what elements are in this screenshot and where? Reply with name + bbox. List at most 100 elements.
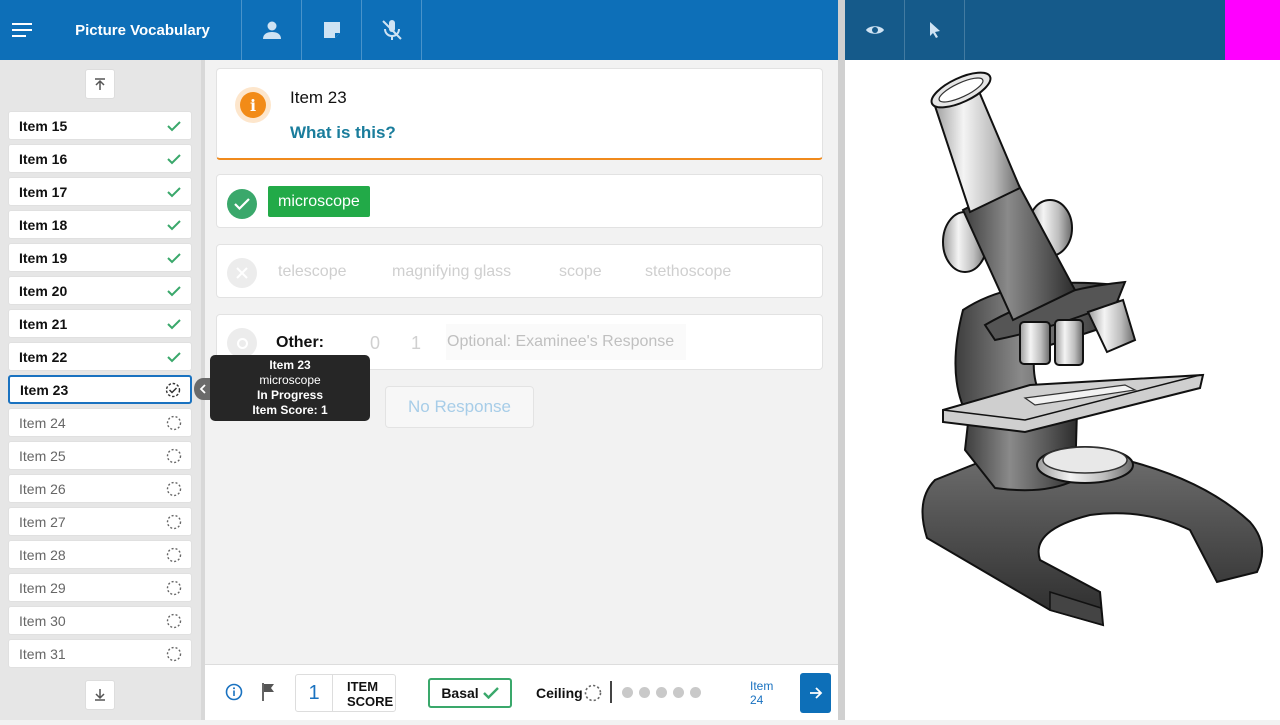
notes-button[interactable]: [302, 0, 362, 60]
arrow-down-to-bottom-icon: [95, 689, 105, 701]
sidebar-item-label: Item 25: [19, 447, 66, 464]
question-prompt: What is this?: [290, 123, 396, 142]
pending-circle-icon: [166, 514, 182, 529]
pending-circle-icon: [166, 646, 182, 661]
flag-button[interactable]: [261, 682, 277, 707]
microscope-image: [921, 71, 1264, 627]
progress-dot: [656, 687, 667, 698]
menu-button[interactable]: [0, 0, 44, 60]
sidebar-item-label: Item 31: [19, 645, 66, 662]
examinee-response-input[interactable]: [446, 324, 686, 360]
sidebar-item[interactable]: Item 20: [8, 276, 192, 305]
item-sidebar: Item 15 Item 16 Item 17 Item 18 Item 19 Item …: [0, 60, 205, 720]
ceiling-label: Ceiling: [536, 685, 583, 701]
sidebar-item[interactable]: Item 17: [8, 177, 192, 206]
incorrect-option[interactable]: scope: [559, 263, 602, 281]
sidebar-item[interactable]: Item 27: [8, 507, 192, 536]
app-title: Picture Vocabulary: [44, 0, 242, 60]
no-response-button[interactable]: No Response: [385, 386, 534, 428]
sidebar-item[interactable]: Item 29: [8, 573, 192, 602]
check-icon: [167, 120, 181, 131]
pane-divider[interactable]: [838, 0, 845, 720]
progress-dot: [639, 687, 650, 698]
item-tooltip: Item 23 microscope In Progress Item Scor…: [210, 355, 370, 421]
other-radio[interactable]: [227, 328, 257, 358]
flag-icon: [262, 683, 274, 701]
color-marker: [1225, 0, 1280, 60]
pending-circle-icon: [166, 415, 182, 430]
sidebar-item-label: Item 23: [20, 381, 69, 398]
sidebar-item[interactable]: Item 26: [8, 474, 192, 503]
sidebar-item[interactable]: Item 24: [8, 408, 192, 437]
person-icon: [262, 21, 281, 39]
sidebar-item-label: Item 16: [19, 150, 68, 167]
correct-indicator: [227, 189, 257, 219]
check-icon: [167, 186, 181, 197]
incorrect-option[interactable]: telescope: [278, 263, 347, 281]
pending-circle-icon: [584, 684, 602, 702]
info-circle-icon: [225, 683, 243, 701]
footer-bar: 1 ITEM SCORE Basal Ceiling Item 24: [205, 664, 838, 720]
check-icon: [482, 687, 499, 699]
pointer-button[interactable]: [905, 0, 965, 60]
other-label: Other:: [276, 334, 324, 351]
sidebar-item[interactable]: Item 19: [8, 243, 192, 272]
radio-ring-icon: [236, 337, 248, 349]
examinee-button[interactable]: [242, 0, 302, 60]
image-toolbar: [845, 0, 1280, 60]
next-item-label: Item 24: [750, 679, 774, 707]
sidebar-item[interactable]: Item 15: [8, 111, 192, 140]
check-icon: [167, 318, 181, 329]
tooltip-title: Item 23: [269, 358, 311, 372]
sidebar-item[interactable]: Item 16: [8, 144, 192, 173]
sidebar-item[interactable]: Item 30: [8, 606, 192, 635]
info-icon: i: [240, 92, 266, 118]
menu-icon: [12, 23, 32, 37]
sidebar-item-label: Item 19: [19, 249, 68, 266]
sidebar-item[interactable]: Item 22: [8, 342, 192, 371]
sidebar-item[interactable]: Item 23: [8, 375, 192, 404]
progress-dot: [690, 687, 701, 698]
sidebar-item-label: Item 21: [19, 315, 68, 332]
chevron-left-icon: [199, 384, 206, 394]
mic-off-icon: [381, 20, 402, 40]
other-score-0[interactable]: 0: [370, 333, 380, 354]
sidebar-item[interactable]: Item 21: [8, 309, 192, 338]
next-item-button[interactable]: [800, 673, 831, 713]
sidebar-item-label: Item 17: [19, 183, 68, 200]
view-button[interactable]: [845, 0, 905, 60]
sidebar-item-label: Item 26: [19, 480, 66, 497]
sidebar-item[interactable]: Item 31: [8, 639, 192, 668]
tooltip-score: Item Score: 1: [252, 403, 328, 417]
scroll-top-button[interactable]: [85, 69, 115, 99]
tooltip-answer: microscope: [259, 373, 321, 387]
item-score-value: 1: [296, 675, 333, 711]
correct-answer-row[interactable]: microscope: [216, 174, 823, 228]
incorrect-option[interactable]: magnifying glass: [392, 263, 511, 281]
pending-circle-icon: [166, 448, 182, 463]
instructions-button[interactable]: i: [235, 87, 271, 123]
question-card: i Item 23 What is this?: [216, 68, 823, 160]
tooltip-status: In Progress: [256, 388, 324, 402]
eye-icon: [865, 26, 884, 34]
sidebar-item[interactable]: Item 25: [8, 441, 192, 470]
sidebar-item[interactable]: Item 28: [8, 540, 192, 569]
pending-circle-icon: [166, 580, 182, 595]
pending-circle-icon: [166, 547, 182, 562]
check-icon: [234, 198, 250, 210]
ceiling-status: Ceiling: [536, 685, 583, 701]
mic-off-button[interactable]: [362, 0, 422, 60]
in-progress-icon: [165, 382, 181, 397]
sidebar-item[interactable]: Item 18: [8, 210, 192, 239]
info-button[interactable]: [225, 683, 243, 706]
incorrect-answer-row[interactable]: telescope magnifying glass scope stethos…: [216, 244, 823, 298]
scroll-bottom-button[interactable]: [85, 680, 115, 710]
basal-status: Basal: [428, 678, 512, 708]
correct-answer-chip[interactable]: microscope: [268, 186, 370, 217]
incorrect-option[interactable]: stethoscope: [645, 263, 731, 281]
basal-label: Basal: [441, 685, 479, 701]
other-score-1[interactable]: 1: [411, 333, 421, 354]
item-score-label: ITEM SCORE: [347, 679, 394, 709]
sidebar-item-label: Item 29: [19, 579, 66, 596]
progress-dot: [673, 687, 684, 698]
